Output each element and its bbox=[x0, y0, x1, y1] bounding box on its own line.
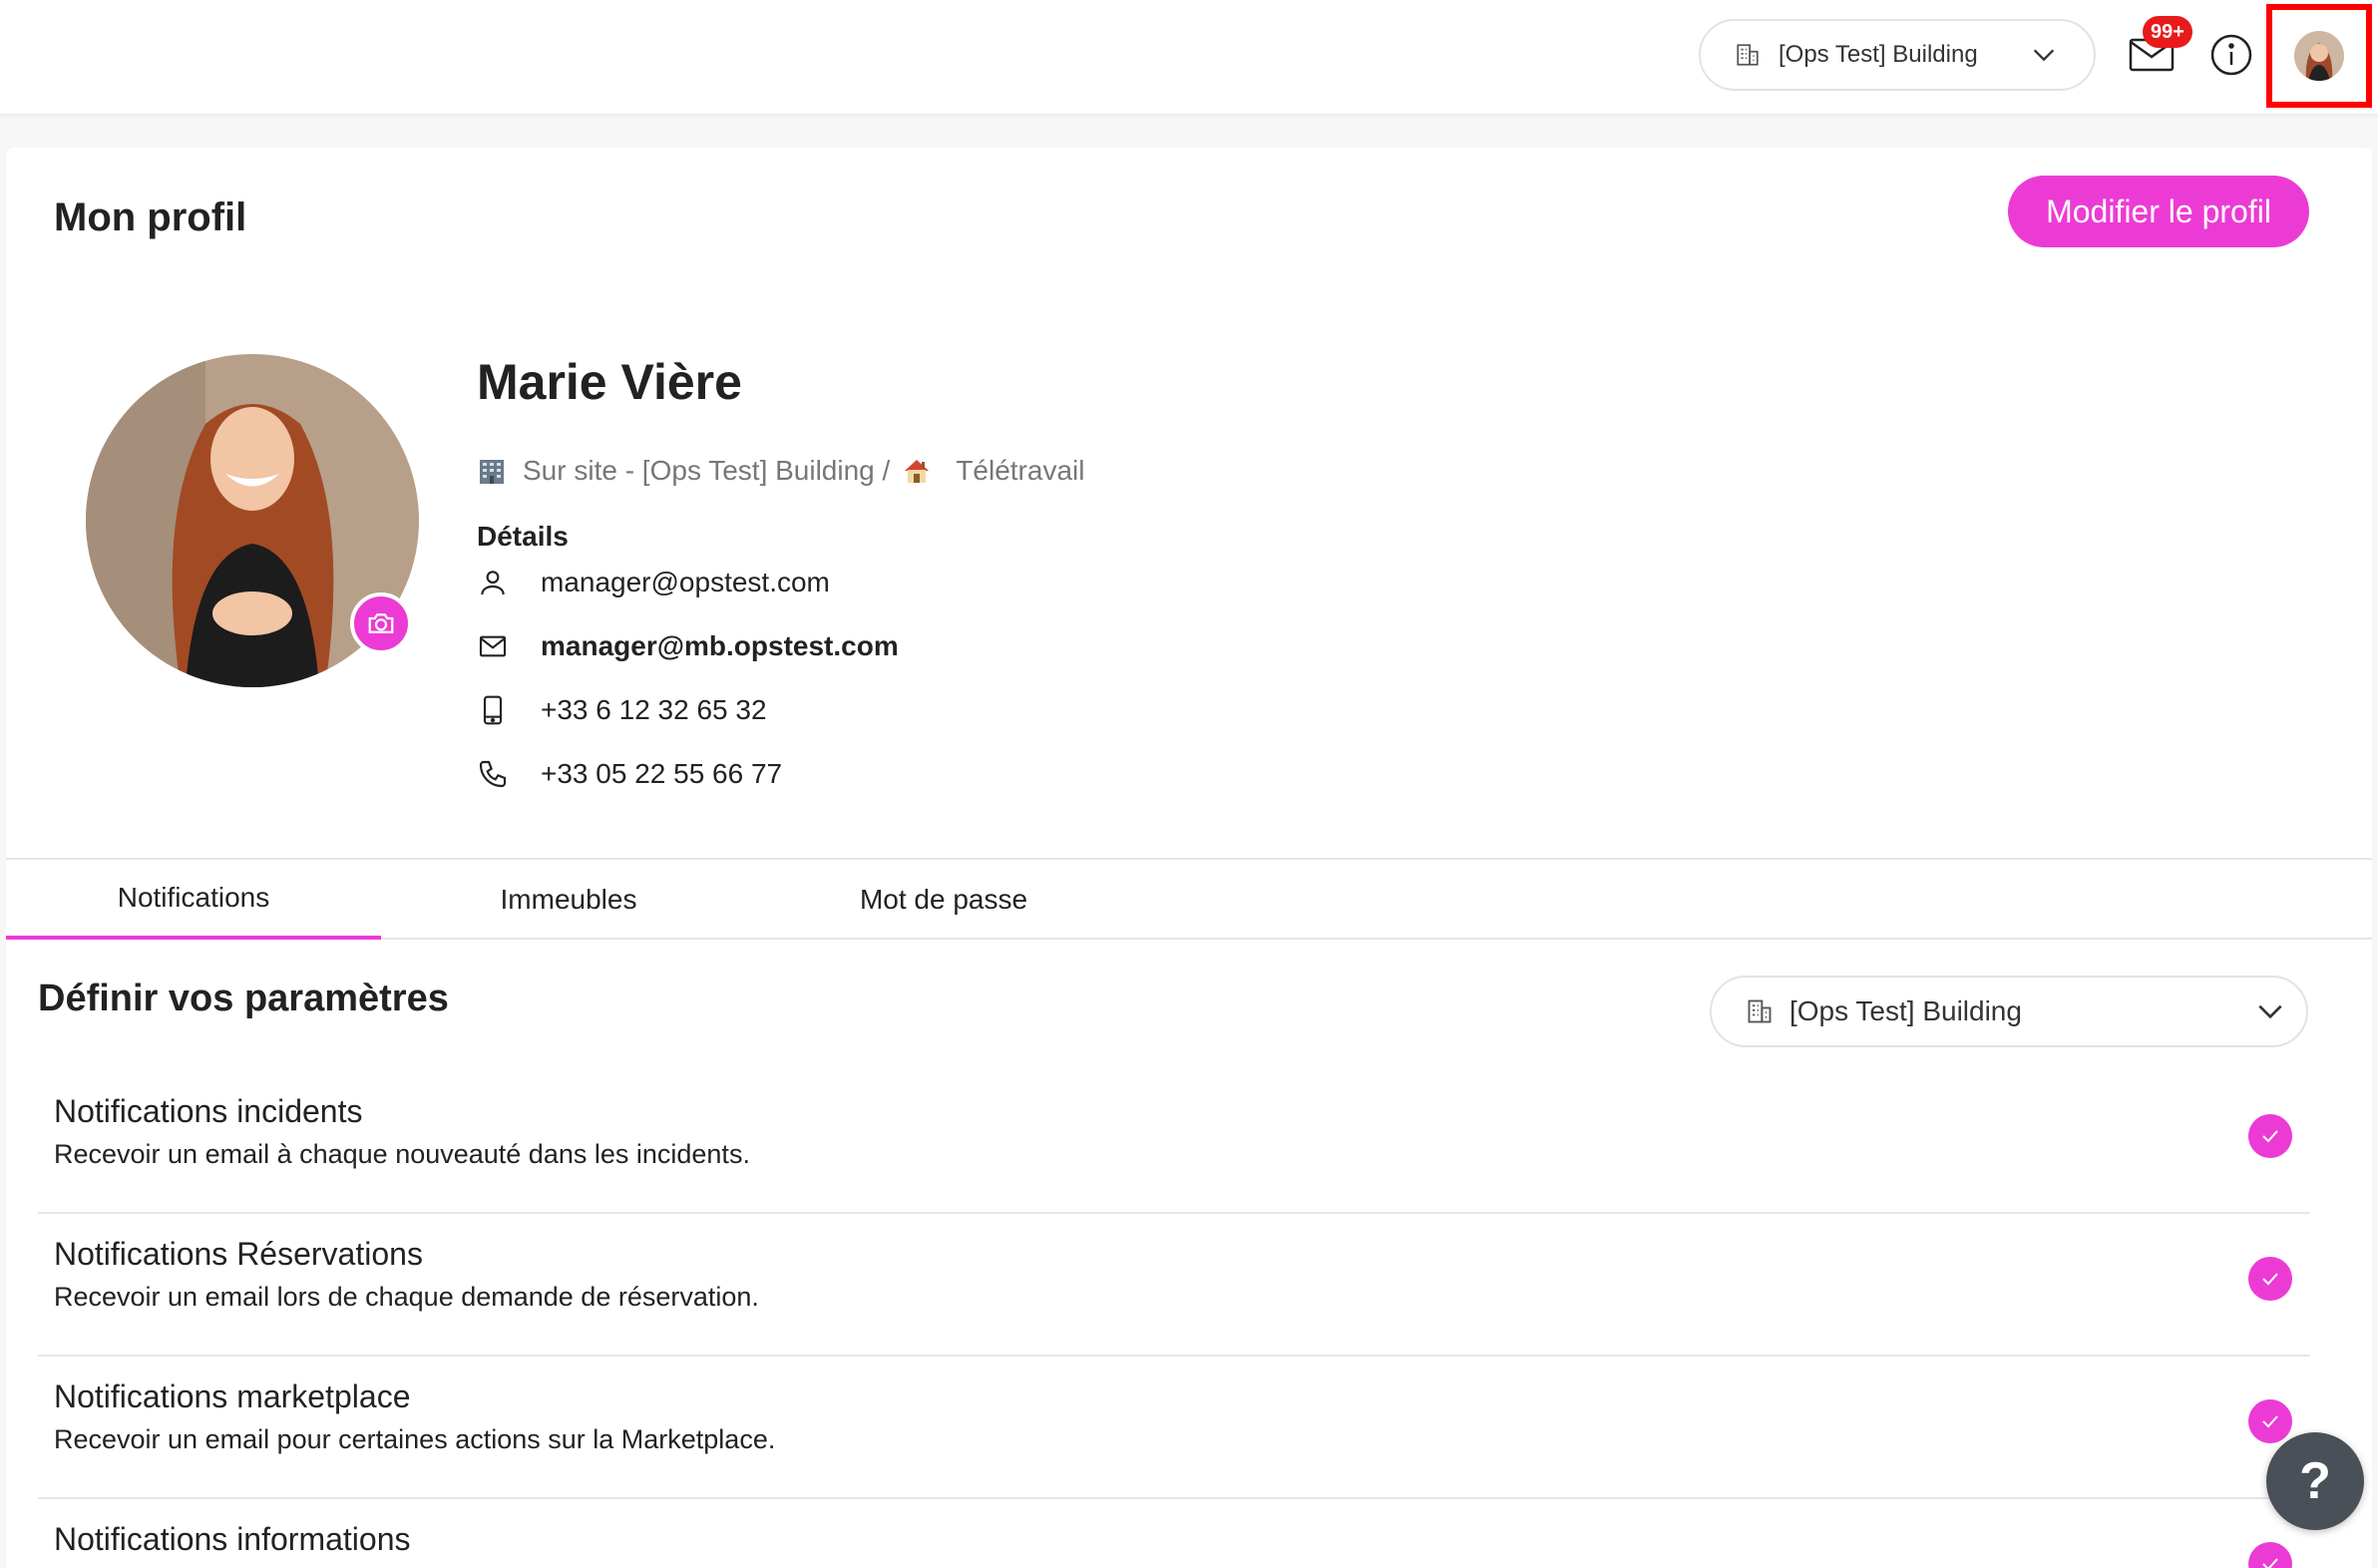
notification-desc: Recevoir un email lors de chaque demande… bbox=[54, 1282, 759, 1312]
mail-badge: 99+ bbox=[2143, 16, 2192, 48]
notification-checkbox[interactable] bbox=[2248, 1114, 2292, 1158]
settings-building-select[interactable]: [Ops Test] Building bbox=[1710, 976, 2308, 1047]
check-icon bbox=[2262, 1273, 2278, 1286]
location-onsite-text: Sur site - [Ops Test] Building / bbox=[523, 455, 891, 486]
building-icon bbox=[1748, 999, 1772, 1023]
chevron-down-icon bbox=[2033, 49, 2055, 62]
office-building-icon bbox=[480, 460, 504, 484]
info-icon[interactable] bbox=[2210, 34, 2252, 76]
user-icon bbox=[481, 571, 505, 595]
notification-title: Notifications incidents bbox=[54, 1093, 363, 1129]
notification-desc: Recevoir un email à chaque nouveauté dan… bbox=[54, 1139, 750, 1169]
mobile-phone-icon bbox=[483, 695, 503, 725]
tab-notifications[interactable]: Notifications bbox=[6, 860, 381, 940]
mail-icon bbox=[479, 635, 507, 657]
change-photo-button[interactable] bbox=[350, 592, 412, 654]
notification-checkbox[interactable] bbox=[2248, 1257, 2292, 1301]
notification-item: Notifications incidents Recevoir un emai… bbox=[38, 1071, 2310, 1214]
top-bar: [Ops Test] Building 99+ bbox=[0, 0, 2378, 114]
house-icon bbox=[905, 460, 930, 483]
details-title: Détails bbox=[477, 521, 569, 552]
login-email: manager@opstest.com bbox=[541, 567, 830, 597]
notification-checkbox[interactable] bbox=[2248, 1542, 2292, 1568]
edit-profile-button[interactable]: Modifier le profil bbox=[2008, 176, 2309, 247]
notification-title: Notifications informations bbox=[54, 1521, 411, 1557]
chevron-down-icon bbox=[2258, 1004, 2282, 1019]
tab-immeubles[interactable]: Immeubles bbox=[381, 860, 756, 940]
notification-checkbox[interactable] bbox=[2248, 1399, 2292, 1443]
building-select-label: [Ops Test] Building bbox=[1779, 41, 1978, 68]
check-icon bbox=[2262, 1558, 2278, 1568]
mobile-number: +33 6 12 32 65 32 bbox=[541, 694, 767, 725]
page-title: Mon profil bbox=[54, 196, 247, 239]
check-icon bbox=[2262, 1415, 2278, 1428]
notification-desc: Recevoir un email pour certaines actions… bbox=[54, 1424, 776, 1454]
settings-title: Définir vos paramètres bbox=[38, 978, 449, 1019]
detail-phone: +33 05 22 55 66 77 bbox=[477, 758, 782, 790]
detail-mobile: +33 6 12 32 65 32 bbox=[477, 694, 767, 726]
avatar bbox=[2294, 31, 2344, 81]
notification-title: Notifications Réservations bbox=[54, 1236, 423, 1272]
tab-mot-de-passe[interactable]: Mot de passe bbox=[756, 860, 1131, 940]
location-remote-text: Télétravail bbox=[956, 455, 1085, 486]
profile-tabs: Notifications Immeubles Mot de passe bbox=[6, 858, 2372, 940]
location-status: Sur site - [Ops Test] Building / Télétra… bbox=[477, 455, 1084, 487]
detail-login: manager@opstest.com bbox=[477, 567, 830, 598]
notification-item: Notifications marketplace Recevoir un em… bbox=[38, 1357, 2310, 1499]
building-icon bbox=[1737, 44, 1759, 66]
profile-name: Marie Vière bbox=[477, 354, 742, 410]
contact-email: manager@mb.opstest.com bbox=[541, 630, 899, 661]
profile-card: Marie Vière Sur site - [Ops Test] Buildi… bbox=[6, 277, 2372, 1568]
notification-item: Notifications Réservations Recevoir un e… bbox=[38, 1214, 2310, 1357]
settings-building-label: [Ops Test] Building bbox=[1789, 995, 2022, 1026]
camera-icon bbox=[368, 613, 394, 633]
check-icon bbox=[2262, 1130, 2278, 1143]
phone-icon bbox=[479, 760, 507, 788]
user-avatar-button[interactable] bbox=[2266, 4, 2372, 108]
notification-title: Notifications marketplace bbox=[54, 1378, 411, 1414]
help-button[interactable]: ? bbox=[2266, 1432, 2364, 1530]
notification-item: Notifications informations bbox=[38, 1499, 2310, 1568]
building-select[interactable]: [Ops Test] Building bbox=[1699, 19, 2096, 91]
detail-email: manager@mb.opstest.com bbox=[477, 630, 899, 662]
phone-number: +33 05 22 55 66 77 bbox=[541, 758, 783, 789]
profile-header: Mon profil Modifier le profil bbox=[6, 148, 2372, 277]
